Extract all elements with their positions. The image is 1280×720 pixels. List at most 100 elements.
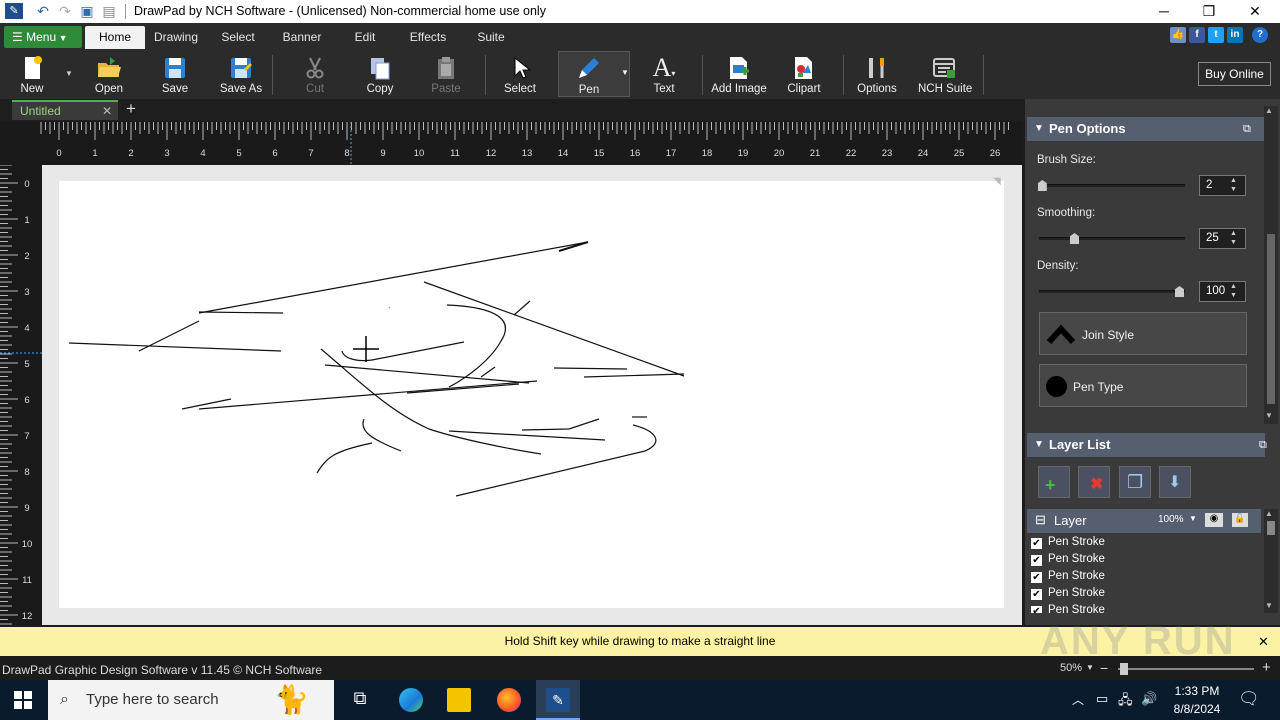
lock-icon[interactable]: 🔓 [1232,513,1248,527]
clock-time[interactable]: 1:33 PM [1172,684,1222,698]
drawpad-taskbar-button[interactable]: ✎ [536,680,580,720]
join-style-button[interactable]: Join Style [1039,312,1247,355]
nch-suite-button[interactable]: NCH Suite [918,51,972,97]
brush-size-slider[interactable] [1037,180,1185,191]
twitter-icon[interactable]: t [1208,27,1224,43]
linkedin-icon[interactable]: in [1227,27,1243,43]
options-button[interactable]: Options [857,51,897,97]
tab-drawing[interactable]: Drawing [148,26,204,49]
tab-edit[interactable]: Edit [347,26,383,49]
scrollbar-thumb[interactable] [1267,521,1275,535]
spinner-arrows-icon[interactable]: ▲ ▼ [1230,282,1237,300]
close-button[interactable]: ✕ [1232,0,1278,23]
new-button[interactable]: New [12,51,52,97]
quick-save-icon[interactable]: ▣ [78,3,96,19]
volume-icon[interactable]: 🔊 [1141,691,1157,707]
zoom-in-icon[interactable]: + [1262,659,1271,676]
buy-online-button[interactable]: Buy Online [1198,62,1271,86]
collapse-icon[interactable]: ▼ [1034,117,1044,141]
tab-suite[interactable]: Suite [472,26,510,49]
tab-home[interactable]: Home [85,26,145,49]
pen-options-header[interactable]: ▼ Pen Options ⧉ [1027,117,1265,141]
open-button[interactable]: Open [89,51,129,97]
help-icon[interactable]: ? [1252,27,1268,43]
checkbox[interactable]: ✔ [1031,555,1042,566]
pen-type-button[interactable]: Pen Type [1039,364,1247,407]
delete-layer-button[interactable]: ✖ [1078,466,1110,498]
layer-item[interactable]: ✔ Pen Stroke [1031,587,1259,604]
tray-device-icon[interactable]: ▭ [1096,691,1108,707]
merge-layer-button[interactable]: ⬇ [1159,466,1191,498]
tab-banner[interactable]: Banner [278,26,326,49]
checkbox[interactable]: ✔ [1031,606,1042,613]
text-button[interactable]: A▾ Text [644,51,684,97]
checkbox[interactable]: ✔ [1031,572,1042,583]
layer-item[interactable]: ✔ Pen Stroke [1031,604,1259,613]
minimize-button[interactable]: ─ [1141,0,1187,23]
network-icon[interactable]: 🖧 [1118,691,1133,713]
checkbox[interactable]: ✔ [1031,538,1042,549]
notifications-icon[interactable]: 🗨 [1238,689,1260,709]
opacity-dropdown-icon[interactable]: ▼ [1189,514,1197,523]
undock-icon[interactable]: ⧉ [1243,117,1251,141]
resize-corner-icon[interactable]: ◥ [993,176,1001,187]
file-explorer-icon[interactable] [447,688,471,712]
scroll-down-icon[interactable]: ▼ [1265,601,1273,610]
windows-start-icon[interactable] [14,691,32,709]
new-dropdown-icon[interactable]: ▼ [65,69,73,78]
save-as-button[interactable]: Save As [216,51,266,97]
layer-item[interactable]: ✔ Pen Stroke [1031,553,1259,570]
layer-list-header[interactable]: ▼ Layer List ⧉ [1027,433,1267,457]
spinner-arrows-icon[interactable]: ▲ ▼ [1230,229,1237,247]
zoom-dropdown-icon[interactable]: ▼ [1086,663,1094,672]
slider-thumb[interactable] [1037,180,1047,191]
smoothing-input[interactable]: 25 [1199,228,1246,249]
smoothing-slider[interactable] [1039,233,1185,244]
layer-list-scrollbar[interactable]: ▲ ▼ [1264,509,1278,613]
save-button[interactable]: Save [155,51,195,97]
close-tab-icon[interactable]: ✕ [102,104,112,118]
checkbox[interactable]: ✔ [1031,589,1042,600]
taskbar-search[interactable]: ⌕ Type here to search 🐈 [48,680,334,720]
pen-dropdown-icon[interactable]: ▼ [621,68,629,77]
menu-button[interactable]: ☰ Menu ▼ [4,26,82,48]
clock-date[interactable]: 8/8/2024 [1168,702,1226,716]
drawing-canvas[interactable]: ◥ [59,176,1004,608]
scroll-down-icon[interactable]: ▼ [1265,411,1273,420]
add-tab-button[interactable]: + [126,99,136,119]
duplicate-layer-button[interactable]: ❐ [1119,466,1151,498]
canvas-area[interactable]: ◥ [42,165,1022,625]
collapse-icon[interactable]: ▼ [1034,433,1044,457]
add-layer-button[interactable]: + [1038,466,1070,498]
undock-icon[interactable]: ⧉ [1259,433,1267,457]
zoom-out-icon[interactable]: − [1100,660,1108,676]
eye-icon[interactable]: ◉ [1205,513,1223,527]
tab-select[interactable]: Select [214,26,262,49]
facebook-icon[interactable]: f [1189,27,1205,43]
layer-item[interactable]: ✔ Pen Stroke [1031,536,1259,553]
spinner-arrows-icon[interactable]: ▲ ▼ [1230,176,1237,194]
collapse-layer-icon[interactable]: ⊟ [1035,512,1046,528]
tray-chevron-icon[interactable]: ︿ [1072,691,1084,708]
slider-thumb[interactable] [1070,233,1079,244]
pen-button[interactable]: Pen ▼ [558,51,630,97]
layer-row-header[interactable]: ⊟ Layer 100% ▼ ◉ 🔓 [1027,509,1261,533]
slider-thumb[interactable] [1175,286,1184,297]
task-view-icon[interactable]: ⧉ [348,688,372,712]
close-hint-icon[interactable]: ✕ [1258,627,1269,656]
redo-icon[interactable]: ↷ [56,3,74,19]
pen-options-scrollbar[interactable]: ▲ ▼ [1264,106,1278,424]
brush-size-input[interactable]: 2 [1199,175,1246,196]
copy-button[interactable]: Copy [360,51,400,97]
edge-browser-icon[interactable] [399,688,423,712]
density-slider[interactable] [1039,286,1185,297]
layer-opacity[interactable]: 100% [1158,514,1184,525]
tab-effects[interactable]: Effects [404,26,452,49]
firefox-icon[interactable] [497,688,521,712]
scroll-up-icon[interactable]: ▲ [1265,509,1273,518]
zoom-slider[interactable] [1118,663,1254,675]
restore-button[interactable]: ❐ [1186,0,1232,23]
layer-item[interactable]: ✔ Pen Stroke [1031,570,1259,587]
zoom-level[interactable]: 50% [1060,662,1082,674]
thumbs-up-icon[interactable]: 👍 [1170,27,1186,43]
